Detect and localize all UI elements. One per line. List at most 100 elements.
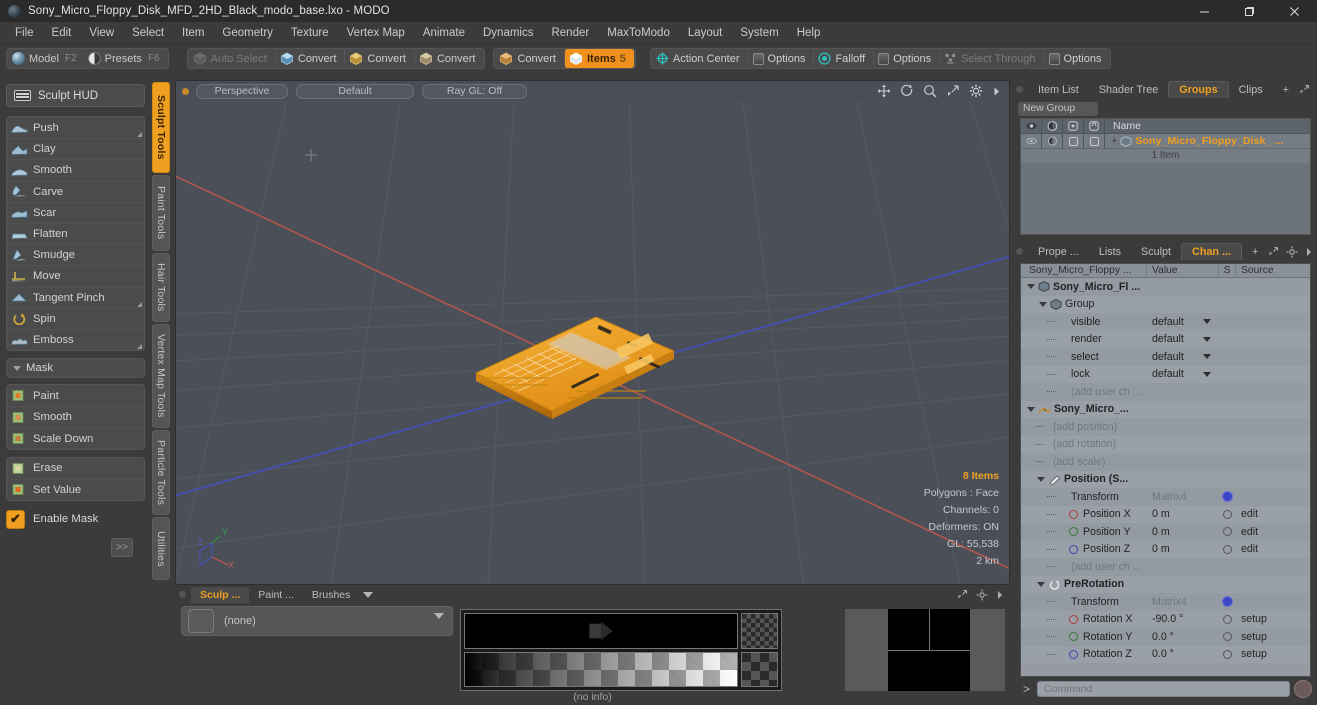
gradient-chip-dark[interactable] — [741, 613, 778, 649]
menu-file[interactable]: File — [6, 22, 43, 44]
menu-edit[interactable]: Edit — [43, 22, 81, 44]
tab-sculpt[interactable]: Sculpt — [1131, 243, 1181, 260]
gear-icon[interactable] — [969, 84, 983, 98]
channel-value[interactable]: 0.0 ° — [1152, 631, 1174, 643]
tool-spin[interactable]: Spin — [7, 307, 144, 329]
tab-shader-tree[interactable]: Shader Tree — [1089, 81, 1168, 98]
menu-help[interactable]: Help — [788, 22, 830, 44]
menu-select[interactable]: Select — [123, 22, 173, 44]
tool-move[interactable]: Move — [7, 265, 144, 286]
more-options-button[interactable]: >> — [111, 538, 133, 557]
vtab-hair-tools[interactable]: Hair Tools — [152, 253, 170, 322]
expand-panel-icon[interactable] — [1268, 246, 1279, 257]
auto-select-button[interactable]: Auto Select — [189, 49, 275, 68]
expand-corner-icon[interactable] — [137, 301, 142, 307]
table-row[interactable]: Transform Matrix4 — [1021, 488, 1310, 506]
keyframe-ring-icon[interactable] — [1223, 614, 1232, 624]
table-row[interactable]: visible default — [1021, 313, 1310, 331]
rotate-icon[interactable] — [900, 84, 914, 98]
table-row[interactable]: (add scale) — [1021, 453, 1310, 471]
expand-plus-icon[interactable]: + — [1111, 135, 1117, 147]
table-row[interactable]: Position (S... — [1021, 470, 1310, 488]
channel-value[interactable]: default — [1152, 368, 1184, 380]
tab-add-button[interactable]: + — [1273, 81, 1299, 98]
viewport-view-selector[interactable]: Perspective — [196, 83, 288, 99]
tab-item-list[interactable]: Item List — [1028, 81, 1089, 98]
channel-value[interactable]: 0 m — [1152, 526, 1170, 538]
vtab-vertex-map-tools[interactable]: Vertex Map Tools — [152, 323, 170, 429]
chevron-down-icon[interactable] — [1203, 336, 1211, 342]
table-row[interactable]: lock default — [1021, 365, 1310, 383]
mask-tool-set-value[interactable]: Set Value — [7, 478, 144, 500]
group-row-label[interactable]: + Sony_Micro_Floppy_Disk_ ... — [1105, 135, 1283, 147]
convert-polygon-button[interactable]: Convert — [413, 49, 484, 68]
table-row[interactable]: (add rotation) — [1021, 435, 1310, 453]
gear-icon[interactable] — [976, 589, 988, 601]
tool-smooth[interactable]: Smooth — [7, 159, 144, 180]
channel-value[interactable]: default — [1152, 333, 1184, 345]
mask-tool-scale-down[interactable]: Scale Down — [7, 427, 144, 448]
viewport-shading-selector[interactable]: Default — [296, 83, 414, 99]
menu-texture[interactable]: Texture — [282, 22, 338, 44]
table-row[interactable]: Position Z 0 m edit — [1021, 540, 1310, 558]
expand-corner-icon[interactable] — [137, 132, 142, 138]
viewport-menu-dot-icon[interactable] — [182, 87, 189, 95]
tool-flatten[interactable]: Flatten — [7, 222, 144, 244]
channel-source[interactable]: edit — [1236, 543, 1310, 555]
brush-preview-swatch[interactable] — [188, 609, 214, 633]
twirl-down-icon[interactable] — [1027, 284, 1035, 290]
brush-quad-preview[interactable] — [845, 609, 1005, 691]
tab-paint-brush[interactable]: Paint ... — [249, 587, 303, 603]
chevron-right-icon[interactable] — [992, 86, 1001, 97]
menu-item[interactable]: Item — [173, 22, 213, 44]
table-row[interactable]: Sony_Micro_Fl ... — [1021, 278, 1310, 296]
table-row[interactable]: Rotation X -90.0 ° setup — [1021, 610, 1310, 628]
menu-animate[interactable]: Animate — [414, 22, 474, 44]
channel-value[interactable]: 0.0 ° — [1152, 648, 1174, 660]
tab-lists[interactable]: Lists — [1089, 243, 1131, 260]
menu-layout[interactable]: Layout — [679, 22, 732, 44]
keyframe-ring-icon[interactable] — [1223, 632, 1232, 642]
brush-selector[interactable]: (none) — [181, 606, 453, 636]
action-center-options-button[interactable]: Options — [747, 49, 814, 68]
keyframe-ring-icon[interactable] — [1223, 544, 1232, 554]
tab-groups[interactable]: Groups — [1168, 81, 1229, 98]
convert-material-button[interactable]: Convert — [495, 49, 564, 68]
select-through-button[interactable]: Select Through — [939, 49, 1043, 68]
menu-view[interactable]: View — [80, 22, 123, 44]
tab-channels[interactable]: Chan ... — [1181, 243, 1243, 260]
row-select-toggle[interactable] — [1063, 133, 1084, 149]
maximize-button[interactable] — [1227, 0, 1272, 22]
channel-value[interactable]: default — [1152, 316, 1184, 328]
keyframe-ring-icon[interactable] — [1223, 509, 1232, 519]
chevron-right-icon[interactable] — [996, 590, 1004, 600]
tool-emboss[interactable]: Emboss — [7, 328, 144, 350]
zoom-icon[interactable] — [923, 84, 937, 98]
vtab-sculpt-tools[interactable]: Sculpt Tools — [152, 82, 170, 173]
tool-clay[interactable]: Clay — [7, 138, 144, 159]
channel-source[interactable]: edit — [1236, 526, 1310, 538]
twirl-down-icon[interactable] — [1027, 406, 1035, 412]
channel-source[interactable]: setup — [1236, 648, 1310, 660]
groups-list[interactable]: Name + Sony_Micro_Floppy_Disk_ ... 1 Ite… — [1020, 118, 1311, 235]
record-macro-button[interactable] — [1294, 680, 1312, 698]
tab-brushes[interactable]: Brushes — [303, 587, 360, 603]
twirl-down-icon[interactable] — [1039, 301, 1047, 307]
table-row[interactable]: Sony_Micro_... — [1021, 400, 1310, 418]
panel-menu-dot-icon[interactable] — [179, 591, 186, 598]
gradient-preview-ramp[interactable] — [464, 652, 738, 687]
table-row[interactable]: Transform Matrix4 — [1021, 593, 1310, 611]
mask-tool-erase[interactable]: Erase — [7, 458, 144, 479]
pan-icon[interactable] — [877, 84, 891, 98]
tool-tangent-pinch[interactable]: Tangent Pinch — [7, 286, 144, 308]
chevron-down-icon[interactable] — [1203, 371, 1211, 377]
menu-system[interactable]: System — [731, 22, 787, 44]
mask-section-header[interactable]: Mask — [6, 358, 145, 379]
expand-corner-icon[interactable] — [137, 344, 142, 350]
chevron-down-icon[interactable] — [434, 613, 444, 619]
enable-mask-toggle[interactable]: ✔ Enable Mask — [6, 508, 145, 530]
table-row[interactable]: Rotation Z 0.0 ° setup — [1021, 645, 1310, 663]
menu-render[interactable]: Render — [542, 22, 598, 44]
channel-source[interactable]: setup — [1236, 613, 1310, 625]
table-row[interactable]: (add user ch ... — [1021, 558, 1310, 576]
